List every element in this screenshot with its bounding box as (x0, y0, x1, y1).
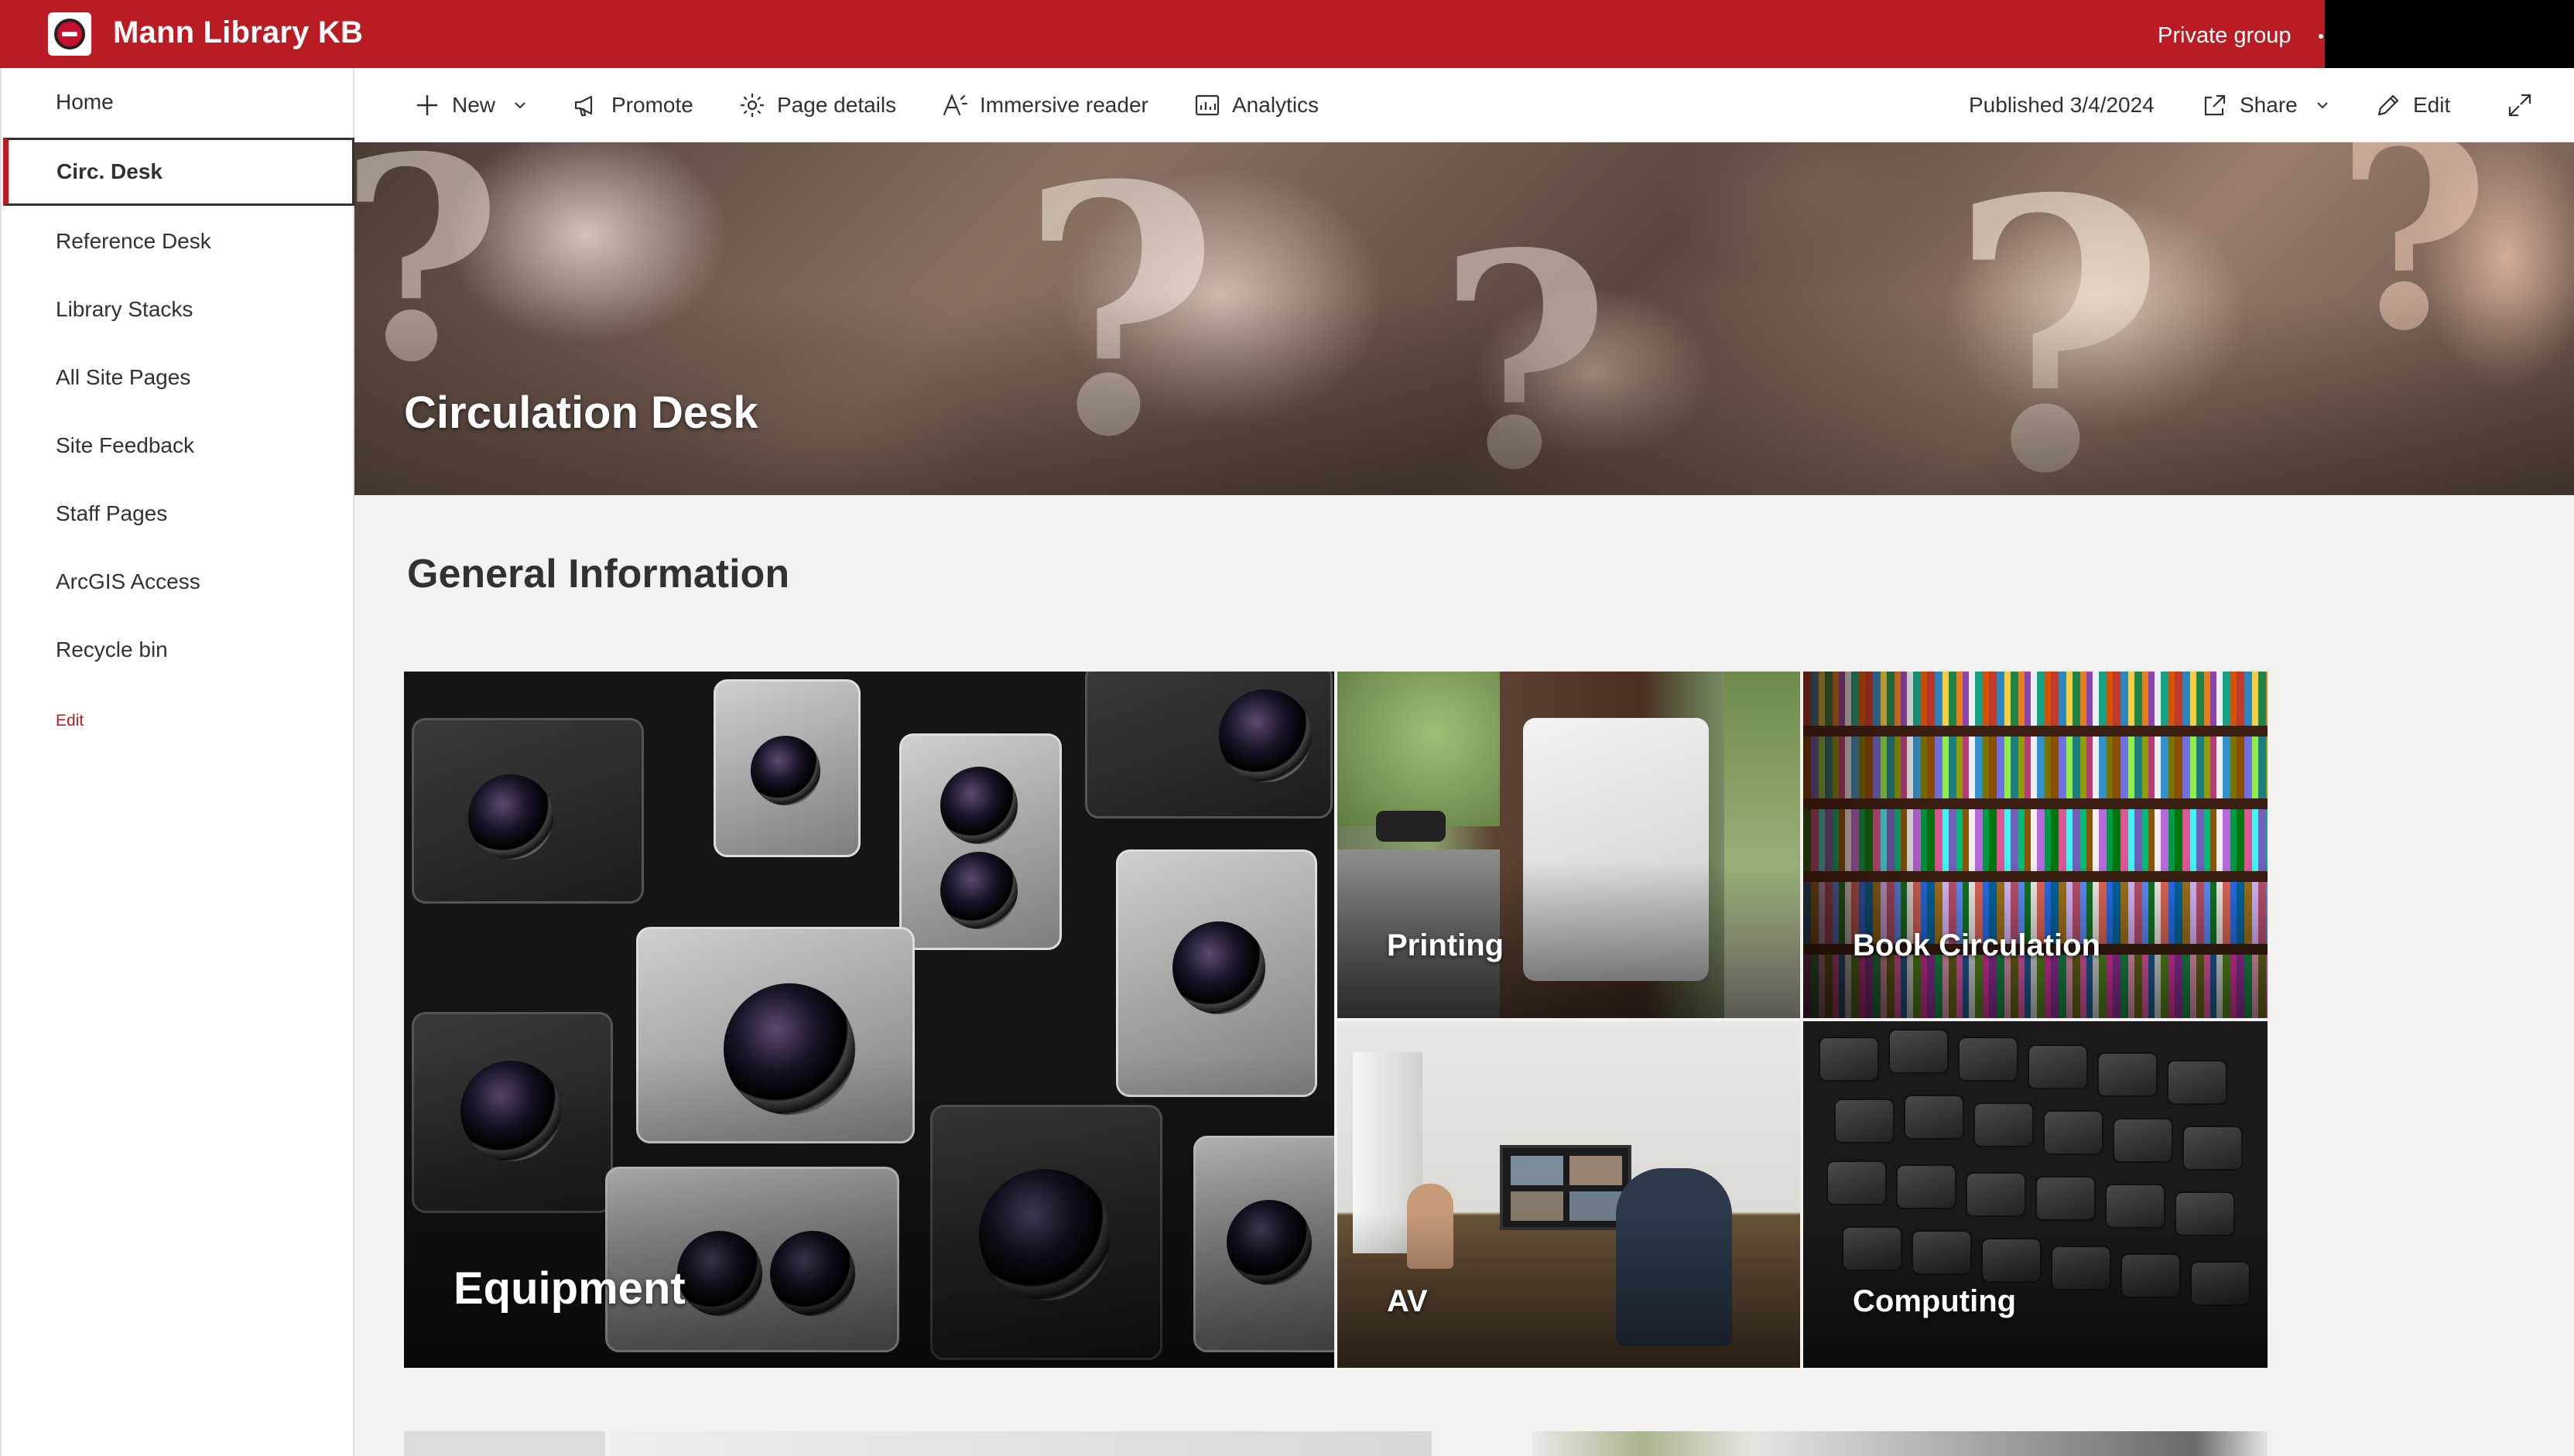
library-seal-icon (54, 19, 85, 50)
page-title: Circulation Desk (404, 388, 758, 438)
edit-page-button[interactable]: Edit (2374, 68, 2450, 142)
share-button-label: Share (2240, 93, 2298, 117)
next-section-image (611, 1431, 1432, 1456)
site-logo[interactable] (48, 12, 91, 56)
tile-av-label: AV (1387, 1284, 1428, 1318)
group-privacy-label: Private group (2158, 23, 2292, 48)
analytics-button[interactable]: Analytics (1193, 68, 1319, 142)
nav-item-circ-desk[interactable]: Circ. Desk (3, 138, 354, 206)
promote-button[interactable]: Promote (573, 68, 693, 142)
immersive-reader-button[interactable]: Immersive reader (941, 68, 1148, 142)
tile-computing-label: Computing (1853, 1284, 2017, 1318)
tile-av[interactable]: AV (1337, 1021, 1800, 1368)
tile-book-circulation[interactable]: Book Circulation (1803, 672, 2268, 1018)
nav-item-site-feedback[interactable]: Site Feedback (3, 412, 354, 480)
chevron-down-icon (2317, 102, 2328, 109)
camera-photo-element (899, 733, 1062, 950)
nav-item-all-site-pages[interactable]: All Site Pages (3, 343, 354, 412)
section-heading: General Information (407, 552, 790, 596)
nav-edit-link[interactable]: Edit (56, 712, 84, 730)
analytics-button-label: Analytics (1232, 93, 1320, 117)
redacted-region (2325, 0, 2574, 70)
share-icon (2204, 94, 2226, 116)
nav-item-reference-desk[interactable]: Reference Desk (3, 207, 354, 275)
published-date-label: Published 3/4/2024 (1969, 93, 2155, 117)
page-details-button-label: Page details (777, 93, 897, 117)
tile-printing-label: Printing (1387, 928, 1504, 962)
next-section-image (1532, 1431, 2268, 1456)
tile-printing[interactable]: Printing (1337, 672, 1800, 1018)
command-bar: New Promote Page details Immersive reade… (354, 68, 2574, 142)
new-button[interactable]: New (413, 68, 528, 142)
nav-item-recycle-bin[interactable]: Recycle bin (3, 616, 354, 684)
edit-page-button-label: Edit (2413, 93, 2451, 117)
tile-equipment[interactable]: Equipment (404, 672, 1334, 1368)
camera-photo-element (714, 679, 861, 857)
share-button[interactable]: Share (2201, 68, 2330, 142)
tile-book-circulation-label: Book Circulation (1853, 928, 2101, 962)
left-navigation: Home Circ. Desk Reference Desk Library S… (0, 68, 354, 1456)
analytics-chart-icon (1195, 94, 1220, 116)
chevron-down-icon (515, 102, 525, 109)
expand-icon (2508, 94, 2531, 117)
hero-banner: ? ? ? ? ? Circulation Desk (354, 142, 2574, 495)
expand-button[interactable] (2506, 68, 2545, 142)
suite-bar: Mann Library KB Private group (0, 0, 2574, 70)
nav-item-staff-pages[interactable]: Staff Pages (3, 480, 354, 548)
nav-item-home[interactable]: Home (3, 68, 354, 136)
plus-icon (417, 95, 437, 115)
new-button-label: New (452, 93, 496, 117)
published-status: Published 3/4/2024 (1969, 68, 2155, 142)
nav-item-arcgis-access[interactable]: ArcGIS Access (3, 548, 354, 616)
immersive-reader-icon (943, 94, 968, 116)
megaphone-icon (574, 95, 593, 117)
tile-computing[interactable]: Computing (1803, 1021, 2268, 1368)
more-indicator-icon (2319, 34, 2323, 39)
camera-photo-element (412, 718, 644, 904)
next-section-image (404, 1431, 605, 1456)
promote-button-label: Promote (611, 93, 693, 117)
pencil-icon (2377, 94, 2399, 116)
site-title[interactable]: Mann Library KB (113, 15, 363, 50)
gear-icon (741, 94, 764, 117)
nav-item-library-stacks[interactable]: Library Stacks (3, 275, 354, 343)
tile-equipment-label: Equipment (454, 1263, 686, 1314)
immersive-reader-button-label: Immersive reader (980, 93, 1148, 117)
page-details-button[interactable]: Page details (738, 68, 896, 142)
camera-photo-element (1085, 672, 1333, 819)
